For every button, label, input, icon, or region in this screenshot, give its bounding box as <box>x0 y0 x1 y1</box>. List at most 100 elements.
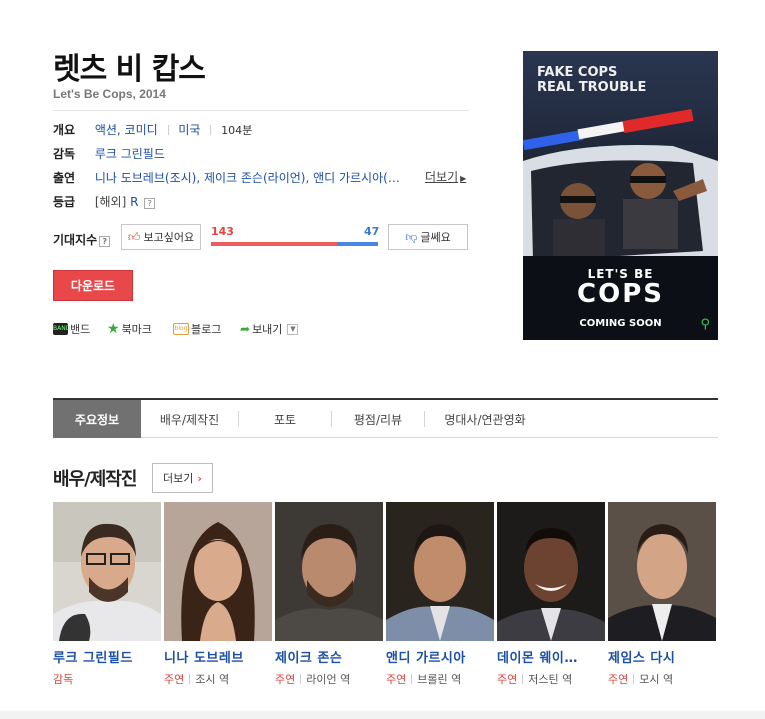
role-type: 감독 <box>53 673 74 686</box>
band-label: 밴드 <box>70 323 91 336</box>
tab-quotes-related[interactable]: 명대사/연관영화 <box>425 400 545 438</box>
rating-region: [해외] <box>94 195 127 209</box>
expectation-bar-fill <box>211 242 337 246</box>
movie-title: 렛츠 비 캅스 <box>53 52 206 87</box>
genre-link[interactable]: 액션, 코미디 <box>95 123 158 137</box>
help-icon[interactable]: ? <box>99 236 111 247</box>
send-label: 보내기 <box>252 323 283 336</box>
person-photo[interactable] <box>497 502 605 641</box>
chevron-right-icon: ▶ <box>460 174 467 183</box>
poster-tagline-line: REAL TROUBLE <box>537 80 647 95</box>
rating-row: 등급 [해외] R ? <box>53 193 156 210</box>
zoom-icon[interactable]: ⚲ <box>700 317 710 332</box>
meh-count: 47 <box>364 225 380 238</box>
share-arrow-icon: ➦ <box>240 322 251 336</box>
blog-share[interactable]: blog 블로그 <box>173 321 221 337</box>
poster-title: LET'S BE COPS <box>523 267 718 307</box>
person-role: 주연 저스틴 역 <box>497 671 605 687</box>
separator <box>300 674 302 684</box>
movie-poster[interactable]: FAKE COPS REAL TROUBLE LET'S BE COPS COM… <box>523 51 718 340</box>
meh-label: 글쎄요 <box>420 231 451 244</box>
expectation-bar <box>211 242 378 246</box>
country-link[interactable]: 미국 <box>178 123 200 137</box>
bookmark-label: 북마크 <box>121 323 152 336</box>
poster-tagline-line: FAKE COPS <box>537 65 618 80</box>
separator <box>189 674 191 684</box>
meh-button[interactable]: 👎︎ 글쎄요 <box>388 224 468 250</box>
person-name[interactable]: 앤디 가르시아 <box>386 647 494 666</box>
person-name[interactable]: 제이크 존슨 <box>275 647 383 666</box>
help-icon[interactable]: ? <box>144 198 156 209</box>
role-type: 주연 <box>497 673 518 686</box>
person-role: 주연 조시 역 <box>164 671 272 687</box>
role-type: 주연 <box>164 673 185 686</box>
footer-divider <box>0 711 765 719</box>
role-type: 주연 <box>386 673 407 686</box>
cast-links[interactable]: 니나 도브레브(조시), 제이크 존슨(라이언), 앤디 가르시아(… <box>95 171 400 185</box>
blog-icon: blog <box>173 323 189 335</box>
person-photo[interactable] <box>164 502 272 641</box>
tab-cast-crew[interactable]: 배우/제작진 <box>141 400 238 438</box>
band-share[interactable]: BAND 밴드 <box>53 321 90 337</box>
expectation-label-text: 기대지수 <box>53 233 98 247</box>
character-name: 조시 역 <box>195 673 230 686</box>
character-name: 모시 역 <box>639 673 674 686</box>
poster-coming-soon: COMING SOON <box>579 318 662 329</box>
chevron-right-icon: › <box>197 471 202 485</box>
role-type: 주연 <box>608 673 629 686</box>
tab-reviews[interactable]: 평점/리뷰 <box>332 400 424 438</box>
download-button[interactable]: 다운로드 <box>53 270 133 301</box>
cast-row: 출연 니나 도브레브(조시), 제이크 존슨(라이언), 앤디 가르시아(… <box>53 169 400 186</box>
person-photo[interactable] <box>386 502 494 641</box>
cast-card[interactable]: 앤디 가르시아 주연 브롤린 역 <box>386 502 494 687</box>
person-name[interactable]: 데이몬 웨이… <box>497 647 605 666</box>
overview-row: 개요 액션, 코미디 미국 104분 <box>53 121 252 138</box>
cast-more-label: 더보기 <box>425 170 459 184</box>
star-icon: ★ <box>107 321 120 337</box>
band-icon: BAND <box>53 323 70 335</box>
chevron-down-icon[interactable]: ▼ <box>287 323 299 335</box>
person-name[interactable]: 니나 도브레브 <box>164 647 272 666</box>
expectation-label: 기대지수? <box>53 231 111 248</box>
separator <box>522 674 524 684</box>
want-to-see-label: 보고싶어요 <box>143 231 195 244</box>
tab-photo[interactable]: 포토 <box>239 400 331 438</box>
poster-title-line2: COPS <box>577 279 664 309</box>
person-photo[interactable] <box>275 502 383 641</box>
cast-label: 출연 <box>53 171 76 185</box>
separator <box>167 125 169 135</box>
send-share[interactable]: ➦ 보내기 ▼ <box>240 321 299 337</box>
poster-tagline: FAKE COPS REAL TROUBLE <box>537 65 646 95</box>
character-name: 저스틴 역 <box>528 673 573 686</box>
cast-card[interactable]: 제이크 존슨 주연 라이언 역 <box>275 502 383 687</box>
tab-bar: 주요정보 배우/제작진 포토 평점/리뷰 명대사/연관영화 <box>53 398 718 438</box>
cast-card[interactable]: 제임스 다시 주연 모시 역 <box>608 502 716 687</box>
bookmark-share[interactable]: ★ 북마크 <box>107 321 152 337</box>
person-photo[interactable] <box>608 502 716 641</box>
separator <box>633 674 635 684</box>
director-row: 감독 루크 그린필드 <box>53 145 165 162</box>
thumbs-up-icon: 👍︎ <box>127 229 141 244</box>
cast-card[interactable]: 니나 도브레브 주연 조시 역 <box>164 502 272 687</box>
rating-label: 등급 <box>53 195 76 209</box>
character-name: 라이언 역 <box>306 673 351 686</box>
cast-card[interactable]: 데이몬 웨이… 주연 저스틴 역 <box>497 502 605 687</box>
person-role: 감독 <box>53 671 161 687</box>
director-link[interactable]: 루크 그린필드 <box>95 147 165 161</box>
rating-value[interactable]: R <box>130 195 138 209</box>
person-photo[interactable] <box>53 502 161 641</box>
cast-more-link[interactable]: 더보기 ▶ <box>425 168 466 185</box>
cast-more-button[interactable]: 더보기 › <box>152 463 213 493</box>
director-label: 감독 <box>53 147 76 161</box>
person-name[interactable]: 루크 그린필드 <box>53 647 161 666</box>
cast-section-title: 배우/제작진 <box>53 469 137 490</box>
cast-more-button-label: 더보기 <box>163 472 194 485</box>
tab-main-info[interactable]: 주요정보 <box>53 400 141 438</box>
want-to-see-button[interactable]: 👍︎ 보고싶어요 <box>121 224 201 250</box>
person-role: 주연 라이언 역 <box>275 671 383 687</box>
blog-label: 블로그 <box>191 323 222 336</box>
overview-label: 개요 <box>53 123 76 137</box>
cast-card[interactable]: 루크 그린필드 감독 <box>53 502 161 687</box>
divider <box>53 110 469 111</box>
person-name[interactable]: 제임스 다시 <box>608 647 716 666</box>
